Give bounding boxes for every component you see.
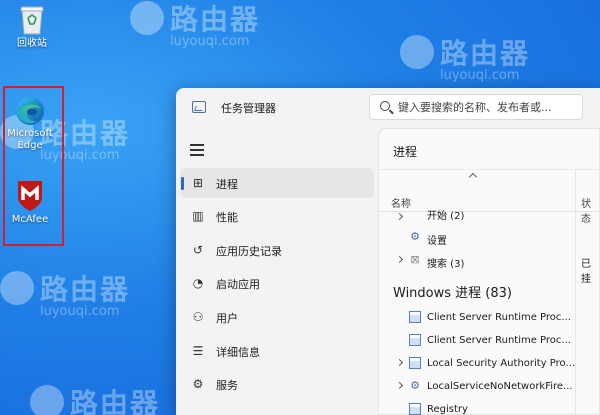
search-input[interactable]: [398, 98, 578, 116]
nav-item-services[interactable]: ⚙ 服务: [180, 369, 374, 399]
process-name: 搜索 (3): [427, 259, 465, 270]
table-row[interactable]: ⚙ LocalServiceNoNetworkFire...: [379, 376, 599, 398]
services-icon: ⚙: [192, 377, 204, 391]
performance-icon: ▥: [192, 209, 204, 223]
table-row[interactable]: ⚙ 设置: [379, 227, 599, 249]
nav-item-label: 应用历史记录: [216, 245, 282, 258]
title-bar: 任务管理器: [176, 88, 600, 128]
edge-icon: [15, 96, 45, 126]
settings-gear-icon: ⚙: [410, 230, 420, 243]
table-row[interactable]: ⊠ 搜索 (3) 已挂: [379, 250, 599, 285]
expand-chevron-icon[interactable]: [395, 381, 404, 390]
nav-item-users[interactable]: ⚇ 用户: [180, 302, 374, 332]
task-manager-window: 任务管理器 ⊞ 进程 ▥ 性能 ↺ 应用历史记录 ◔ 启动应用 ⚇ 用户: [176, 88, 600, 415]
table-row[interactable]: Client Server Runtime Proc...: [379, 307, 599, 329]
process-status: 已挂: [581, 259, 591, 285]
nav-item-details[interactable]: ☰ 详细信息: [180, 336, 374, 366]
process-name: Local Security Authority Pro...: [427, 358, 576, 369]
window-app-icon: [409, 357, 421, 369]
desktop-icon-mcafee[interactable]: McAfee: [4, 178, 56, 226]
process-name: Registry: [427, 404, 468, 415]
desktop-icon-label: 回收站: [17, 38, 47, 49]
mcafee-shield-icon: [15, 178, 45, 212]
nav-item-label: 详细信息: [216, 346, 260, 359]
search-icon: [380, 101, 390, 111]
process-name: Client Server Runtime Proc...: [427, 312, 571, 323]
table-row[interactable]: Client Server Runtime Proc...: [379, 330, 599, 352]
nav-item-label: 性能: [216, 211, 238, 224]
expand-chevron-icon[interactable]: [395, 358, 404, 367]
sort-ascending-icon[interactable]: [468, 172, 478, 182]
search-box[interactable]: [369, 94, 583, 120]
nav-item-label: 进程: [216, 178, 238, 191]
window-title: 任务管理器: [221, 102, 276, 115]
page-title: 进程: [393, 145, 418, 159]
table-row[interactable]: 开始 (2): [379, 207, 599, 229]
nav-item-startup-apps[interactable]: ◔ 启动应用: [180, 268, 374, 298]
desktop-icon-edge[interactable]: Microsoft Edge: [4, 96, 56, 152]
users-icon: ⚇: [192, 310, 204, 324]
startup-apps-icon: ◔: [192, 276, 204, 290]
task-manager-icon: [192, 101, 206, 113]
processes-panel: 进程 名称 状态 开始 (2) ⚙ 设置 ⊠ 搜索 (3) 已挂 Windows…: [378, 128, 600, 415]
expand-chevron-icon[interactable]: [395, 212, 404, 221]
table-row[interactable]: Registry: [379, 399, 599, 415]
service-gear-icon: ⚙: [410, 379, 420, 392]
desktop-icon-label: Microsoft Edge: [7, 128, 53, 151]
details-icon: ☰: [192, 344, 204, 358]
window-app-icon: [409, 311, 421, 323]
desktop-icon-recycle-bin[interactable]: 回收站: [6, 4, 58, 50]
nav-item-performance[interactable]: ▥ 性能: [180, 201, 374, 231]
recycle-bin-icon: [17, 4, 47, 36]
search-app-icon: ⊠: [410, 253, 420, 266]
watermark: 路由器 luyouqi.com: [130, 0, 260, 49]
nav-sidebar: ⊞ 进程 ▥ 性能 ↺ 应用历史记录 ◔ 启动应用 ⚇ 用户 ☰ 详细信息 ⚙ …: [176, 128, 376, 415]
watermark: 路由器 luyouqi.com: [400, 32, 530, 83]
nav-item-label: 服务: [216, 379, 238, 392]
watermark: 路由器 luyouqi.com: [0, 268, 130, 319]
section-header-windows-processes: Windows 进程 (83): [393, 286, 512, 301]
window-app-icon: [409, 403, 421, 415]
hamburger-menu-icon[interactable]: [190, 144, 204, 159]
process-name: 设置: [427, 236, 447, 247]
desktop-icon-label: McAfee: [11, 214, 49, 225]
nav-item-label: 启动应用: [216, 278, 260, 291]
table-row[interactable]: Local Security Authority Pro...: [379, 353, 599, 375]
active-indicator: [181, 177, 184, 190]
window-app-icon: [409, 334, 421, 346]
nav-item-processes[interactable]: ⊞ 进程: [180, 168, 374, 198]
app-history-icon: ↺: [192, 243, 204, 257]
nav-item-label: 用户: [216, 312, 238, 325]
process-name: Client Server Runtime Proc...: [427, 335, 571, 346]
process-name: 开始 (2): [427, 211, 465, 222]
process-name: LocalServiceNoNetworkFire...: [427, 381, 573, 392]
watermark: 路由器: [30, 382, 160, 415]
processes-icon: ⊞: [192, 176, 204, 190]
expand-chevron-icon[interactable]: [395, 255, 404, 264]
nav-item-app-history[interactable]: ↺ 应用历史记录: [180, 235, 374, 265]
